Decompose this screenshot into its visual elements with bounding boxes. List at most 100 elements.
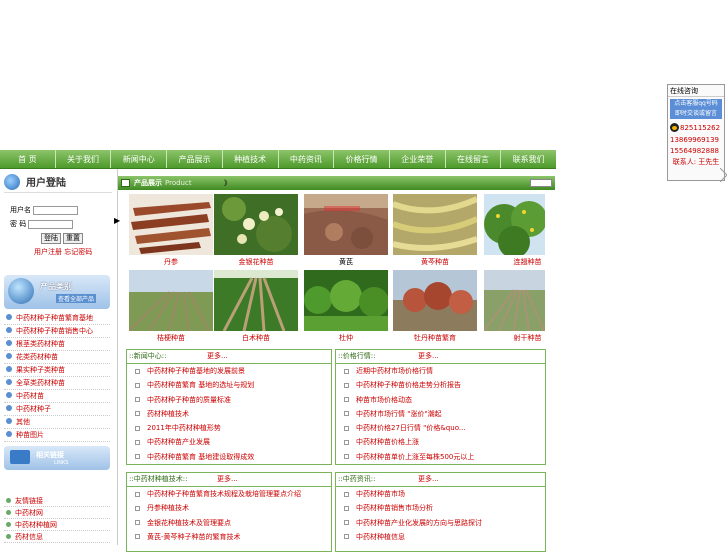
prices-more-link[interactable]: 更多...	[418, 350, 439, 363]
product-image[interactable]	[304, 194, 388, 255]
product-caption[interactable]: 牡丹种苗繁育	[393, 333, 477, 343]
product-caption[interactable]: 黄芪	[304, 257, 388, 267]
nav-about[interactable]: 关于我们	[56, 150, 112, 168]
register-links[interactable]: 用户注册 忘记密码	[34, 247, 92, 257]
tech-item[interactable]: 金银花种植技术及管理要点	[135, 516, 331, 530]
doc-icon	[135, 411, 140, 417]
friend-link[interactable]: 中药材网	[4, 507, 110, 519]
price-item[interactable]: 中药材价格27日行情 "价格&quo...	[344, 421, 545, 435]
product-image[interactable]	[214, 270, 298, 331]
product-marker: 》	[224, 179, 231, 187]
collapse-arrow-icon[interactable]: ▶	[114, 216, 120, 225]
price-item[interactable]: 中药材市场行情 "涨价"潮起	[344, 407, 545, 421]
price-item[interactable]: 种苗市场价格动态	[344, 393, 545, 407]
info-box-header: ::中药资讯:: 更多...	[336, 473, 545, 487]
news-item[interactable]: 2011年中药材种植形势	[135, 421, 331, 435]
nav-contact[interactable]: 联系我们	[501, 150, 556, 168]
tech-box-header: ::中药材种植技术:: 更多...	[127, 473, 331, 487]
category-item[interactable]: 中药材苗	[4, 390, 110, 403]
category-item[interactable]: 中药材种子	[4, 403, 110, 416]
tech-list: 中药材种子种苗繁育技术规程及栽培管理要点介绍 丹参种植技术 金银花种植技术及管理…	[127, 487, 331, 544]
password-row: 密 码	[10, 219, 74, 229]
category-item[interactable]: 全草类药材种苗	[4, 377, 110, 390]
nav-home[interactable]: 首 页	[0, 150, 56, 168]
tech-item[interactable]: 中药材种子种苗繁育技术规程及栽培管理要点介绍	[135, 487, 331, 501]
category-item[interactable]: 中药材种子种苗繁育基地	[4, 312, 110, 325]
computer-icon	[10, 450, 30, 464]
price-item[interactable]: 中药材种苗价格上涨	[344, 435, 545, 449]
product-image[interactable]	[129, 194, 213, 255]
nav-honor[interactable]: 企业荣誉	[390, 150, 446, 168]
doc-icon	[344, 454, 349, 460]
view-all-products-link[interactable]: 查看全部产品	[56, 294, 97, 303]
doc-icon	[344, 439, 349, 445]
info-item[interactable]: 中药材种苗产业化发展的方向与思路探讨	[344, 516, 545, 530]
friend-link[interactable]: 友情链接	[4, 495, 110, 507]
news-item[interactable]: 中药材种苗繁育 基地的选址与规划	[135, 378, 331, 392]
tech-item[interactable]: 丹参种植技术	[135, 501, 331, 515]
prices-box: ::价格行情:: 更多... 近期中药材市场价格行情 中药材种子种苗价格走势分析…	[335, 349, 546, 465]
category-item[interactable]: 根茎类药材种苗	[4, 338, 110, 351]
price-item[interactable]: 近期中药材市场价格行情	[344, 364, 545, 378]
product-image[interactable]	[393, 194, 477, 255]
product-image[interactable]	[304, 270, 388, 331]
tech-more-link[interactable]: 更多...	[217, 473, 238, 486]
product-image[interactable]	[484, 270, 545, 331]
product-image[interactable]	[393, 270, 477, 331]
product-caption[interactable]: 金银花种苗	[214, 257, 298, 267]
news-more-link[interactable]: 更多...	[207, 350, 228, 363]
nav-info[interactable]: 中药资讯	[279, 150, 335, 168]
product-caption[interactable]: 桔梗种苗	[129, 333, 213, 343]
news-item[interactable]: 中药材种苗繁育 基地建设取得成效	[135, 450, 331, 464]
info-item[interactable]: 中药材种植信息	[344, 530, 545, 544]
product-caption[interactable]: 杜仲	[304, 333, 388, 343]
username-input[interactable]	[33, 205, 78, 215]
nav-news[interactable]: 新闻中心	[111, 150, 168, 168]
tech-box-title: ::中药材种植技术::	[129, 475, 188, 483]
nav-tech[interactable]: 种植技术	[223, 150, 279, 168]
product-caption[interactable]: 连翘种苗	[484, 257, 571, 267]
product-caption[interactable]: 射干种苗	[484, 333, 571, 343]
news-item[interactable]: 中药材种子种苗基地的发展前景	[135, 364, 331, 378]
doc-icon	[135, 439, 140, 445]
nav-message[interactable]: 在线留言	[446, 150, 502, 168]
tech-item[interactable]: 黄芪-黄芩种子种苗的繁育技术	[135, 530, 331, 544]
price-item[interactable]: 中药材种苗单价上涨至每株500元以上	[344, 450, 545, 464]
bullet-icon	[6, 340, 12, 346]
doc-icon	[344, 505, 349, 511]
user-icon	[4, 173, 20, 190]
login-button[interactable]: 登陆	[41, 233, 61, 244]
info-item[interactable]: 中药材种苗销售市场分析	[344, 501, 545, 515]
more-products-button[interactable]	[530, 179, 552, 187]
price-item[interactable]: 中药材种子种苗价格走势分析报告	[344, 378, 545, 392]
news-item[interactable]: 中药材种苗产业发展	[135, 435, 331, 449]
friend-link[interactable]: 药材信息	[4, 531, 110, 543]
category-item[interactable]: 其他	[4, 416, 110, 429]
nav-prices[interactable]: 价格行情	[334, 150, 390, 168]
product-caption[interactable]: 黄芩种苗	[393, 257, 477, 267]
friend-link[interactable]: 中药材种植网	[4, 519, 110, 531]
contact-person: 联系人: 王先生	[672, 158, 720, 166]
reset-button[interactable]: 重置	[63, 233, 83, 244]
category-item[interactable]: 果实种子类种苗	[4, 364, 110, 377]
info-more-link[interactable]: 更多...	[418, 473, 439, 486]
qq-link[interactable]: 825115262	[670, 123, 722, 132]
friend-link-list: 友情链接 中药材网 中药材种植网 药材信息	[4, 495, 110, 543]
news-item[interactable]: 中药材种子种苗的质量标准	[135, 393, 331, 407]
info-item[interactable]: 中药材种苗市场	[344, 487, 545, 501]
nav-products[interactable]: 产品展示	[167, 150, 223, 168]
category-item[interactable]: 种苗图片	[4, 429, 110, 442]
bullet-icon	[6, 327, 12, 333]
category-item[interactable]: 花类药材种苗	[4, 351, 110, 364]
product-image[interactable]	[129, 270, 213, 331]
online-consult-panel: 在线咨询 点击客服qq号码 即时交谈或留言 825115262 13869969…	[667, 84, 725, 181]
news-item[interactable]: 药材种植技术	[135, 407, 331, 421]
product-image[interactable]	[214, 194, 298, 255]
product-image[interactable]	[484, 194, 545, 255]
product-caption[interactable]: 丹参	[129, 257, 213, 267]
news-list: 中药材种子种苗基地的发展前景 中药材种苗繁育 基地的选址与规划 中药材种子种苗的…	[127, 364, 331, 464]
product-caption[interactable]: 白术种苗	[214, 333, 298, 343]
password-input[interactable]	[28, 219, 74, 229]
doc-icon	[344, 534, 349, 540]
category-item[interactable]: 中药材种子种苗销售中心	[4, 325, 110, 338]
